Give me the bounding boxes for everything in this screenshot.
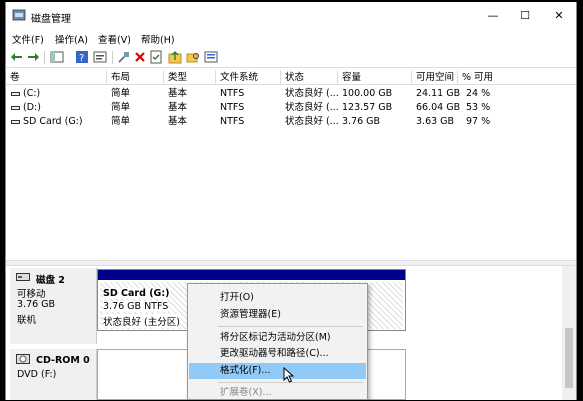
graph-scrollbar[interactable] bbox=[562, 266, 576, 400]
volume-percent: 97 % bbox=[466, 116, 491, 127]
forward-arrow-icon[interactable] bbox=[26, 50, 40, 64]
toolbar-divider bbox=[44, 51, 45, 64]
volume-percent: 24 % bbox=[466, 88, 491, 99]
delete-icon[interactable] bbox=[133, 50, 147, 64]
menu-mark-active[interactable]: 将分区标记为活动分区(M) bbox=[189, 330, 366, 346]
volume-name: (C:) bbox=[23, 88, 41, 99]
volume-capacity: 3.76 GB bbox=[342, 116, 381, 127]
volume-layout: 简单 bbox=[111, 88, 131, 99]
minimize-button[interactable]: — bbox=[478, 6, 508, 26]
disk-name: 磁盘 2 bbox=[36, 275, 65, 286]
properties-icon[interactable] bbox=[93, 50, 107, 64]
menu-format[interactable]: 格式化(F)... bbox=[189, 363, 366, 379]
partition-bar bbox=[98, 270, 405, 280]
volume-row[interactable]: (C:) 简单 基本 NTFS 状态良好 (... 100.00 GB 24.1… bbox=[6, 87, 576, 101]
volume-type: 基本 bbox=[168, 116, 188, 127]
volume-status: 状态良好 (... bbox=[285, 116, 339, 127]
removable-disk-icon bbox=[16, 273, 30, 281]
menu-separator bbox=[218, 326, 363, 327]
col-capacity[interactable]: 容量 bbox=[338, 70, 412, 85]
col-free-space[interactable]: 可用空间 bbox=[412, 70, 458, 85]
window-title: 磁盘管理 bbox=[31, 14, 71, 25]
cd-drive-icon bbox=[16, 354, 30, 364]
volume-fs: NTFS bbox=[220, 116, 245, 127]
col-filesystem[interactable]: 文件系统 bbox=[216, 70, 281, 85]
volume-name: (D:) bbox=[23, 102, 41, 113]
volume-type: 基本 bbox=[168, 88, 188, 99]
context-menu: 打开(O) 资源管理器(E) 将分区标记为活动分区(M) 更改驱动器号和路径(C… bbox=[187, 283, 368, 400]
toolbar-divider bbox=[112, 51, 113, 64]
col-type[interactable]: 类型 bbox=[164, 70, 216, 85]
volume-layout: 简单 bbox=[111, 116, 131, 127]
connect-icon[interactable] bbox=[117, 50, 131, 64]
cdrom-0-label[interactable]: CD-ROM 0 DVD (F:) bbox=[10, 349, 97, 400]
disk-kind: 可移动 bbox=[17, 289, 46, 300]
volume-capacity: 100.00 GB bbox=[342, 88, 393, 99]
volume-fs: NTFS bbox=[220, 102, 245, 113]
volume-percent: 53 % bbox=[466, 102, 491, 113]
list-view-icon[interactable] bbox=[204, 50, 218, 64]
svg-text:?: ? bbox=[79, 53, 84, 64]
back-arrow-icon[interactable] bbox=[10, 50, 24, 64]
volume-list: 卷 布局 类型 文件系统 状态 容量 可用空间 % 可用 (C:) 简单 基本 … bbox=[6, 70, 576, 260]
cdrom-kind: DVD (F:) bbox=[17, 369, 57, 380]
folder-search-icon[interactable] bbox=[186, 50, 200, 64]
menu-extend-volume[interactable]: 扩展卷(X)... bbox=[189, 385, 366, 401]
menu-explorer[interactable]: 资源管理器(E) bbox=[189, 307, 366, 323]
volume-row[interactable]: SD Card (G:) 简单 基本 NTFS 状态良好 (... 3.76 G… bbox=[6, 115, 576, 129]
volume-free: 66.04 GB bbox=[416, 102, 461, 113]
cdrom-name: CD-ROM 0 bbox=[36, 355, 90, 366]
menu-view[interactable]: 查看(V) bbox=[98, 32, 131, 46]
col-percent-free[interactable]: % 可用 bbox=[458, 70, 576, 85]
title-bar: 磁盘管理 — ☐ ✕ bbox=[6, 2, 576, 30]
mouse-cursor-icon bbox=[283, 367, 295, 383]
help-icon[interactable]: ? bbox=[75, 50, 89, 64]
volume-status: 状态良好 (... bbox=[285, 88, 339, 99]
menu-change-drive-letter[interactable]: 更改驱动器号和路径(C)... bbox=[189, 346, 366, 362]
volume-status: 状态良好 (... bbox=[285, 102, 339, 113]
disk-2-label[interactable]: 磁盘 2 可移动 3.76 GB 联机 bbox=[10, 268, 97, 344]
volume-type: 基本 bbox=[168, 102, 188, 113]
volume-name: SD Card (G:) bbox=[23, 116, 83, 127]
drive-icon bbox=[11, 119, 20, 124]
close-button[interactable]: ✕ bbox=[544, 6, 574, 26]
disk-size: 3.76 GB bbox=[17, 299, 56, 310]
upload-folder-icon[interactable] bbox=[168, 50, 182, 64]
partition-status: 状态良好 (主分区) bbox=[103, 314, 180, 328]
partition-name: SD Card (G:) bbox=[103, 288, 170, 299]
menu-file[interactable]: 文件(F) bbox=[12, 32, 44, 46]
drive-icon bbox=[11, 105, 20, 110]
partition-size-fs: 3.76 GB NTFS bbox=[103, 301, 169, 312]
col-volume[interactable]: 卷 bbox=[6, 70, 107, 85]
toolbar: ? bbox=[6, 48, 576, 68]
disk-state: 联机 bbox=[17, 315, 37, 326]
maximize-button[interactable]: ☐ bbox=[510, 6, 540, 26]
volume-free: 3.63 GB bbox=[416, 116, 455, 127]
volume-layout: 简单 bbox=[111, 102, 131, 113]
menu-open[interactable]: 打开(O) bbox=[189, 290, 366, 306]
volume-list-header: 卷 布局 类型 文件系统 状态 容量 可用空间 % 可用 bbox=[6, 70, 576, 85]
volume-fs: NTFS bbox=[220, 88, 245, 99]
menu-action[interactable]: 操作(A) bbox=[55, 32, 88, 46]
check-document-icon[interactable] bbox=[149, 50, 163, 64]
drive-icon bbox=[11, 91, 20, 96]
scrollbar-thumb[interactable] bbox=[565, 328, 573, 388]
volume-capacity: 123.57 GB bbox=[342, 102, 393, 113]
console-tree-icon[interactable] bbox=[50, 50, 64, 64]
volume-free: 24.11 GB bbox=[416, 88, 461, 99]
col-status[interactable]: 状态 bbox=[281, 70, 338, 85]
volume-row[interactable]: (D:) 简单 基本 NTFS 状态良好 (... 123.57 GB 66.0… bbox=[6, 101, 576, 115]
menu-help[interactable]: 帮助(H) bbox=[141, 32, 175, 46]
menu-bar: 文件(F) 操作(A) 查看(V) 帮助(H) bbox=[6, 30, 576, 48]
disk-management-icon bbox=[12, 9, 26, 21]
col-layout[interactable]: 布局 bbox=[107, 70, 164, 85]
